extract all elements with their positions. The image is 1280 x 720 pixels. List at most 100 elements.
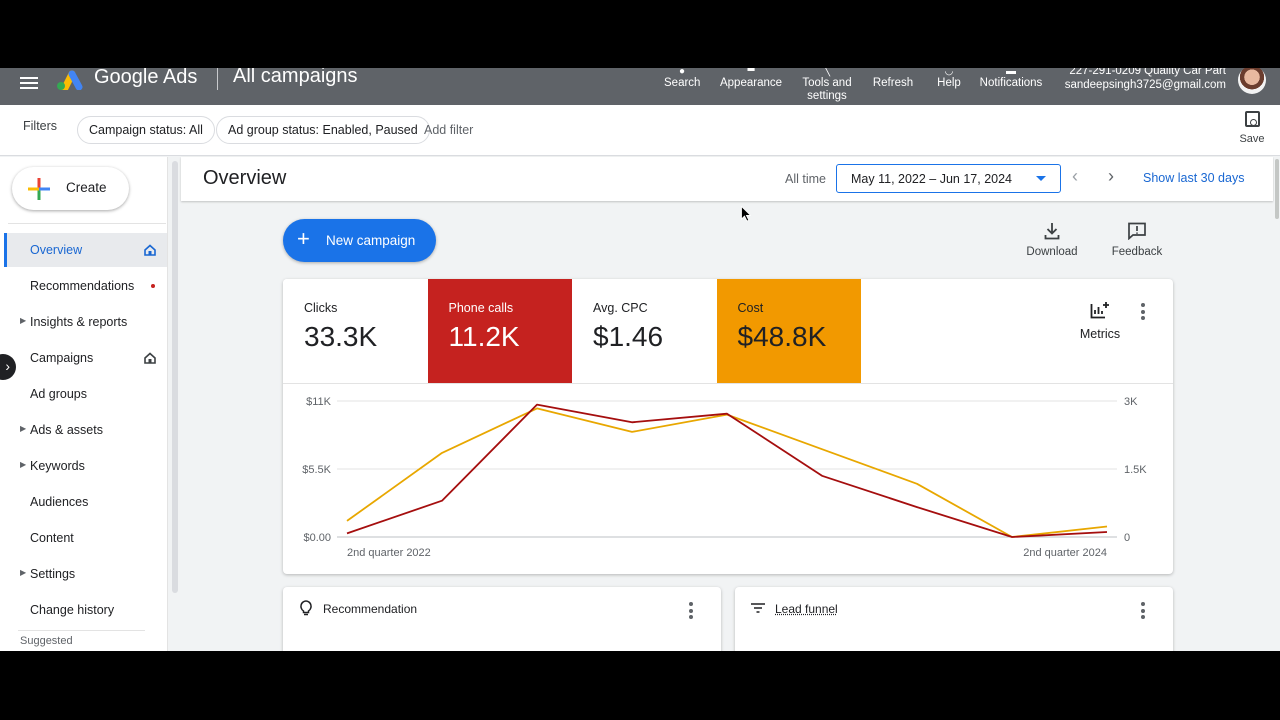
tools-and-settings-button[interactable]: ╲ Tools and settings — [796, 68, 858, 103]
lead-funnel-card: Lead funnel — [735, 587, 1173, 651]
sidebar: Create Overview Recommendations ▶ Insigh… — [0, 157, 168, 651]
previous-period-button[interactable]: ‹ — [1072, 166, 1078, 187]
bell-icon: ▬ — [1006, 68, 1016, 77]
search-button[interactable]: ● Search — [664, 68, 700, 90]
account-switcher[interactable]: 227-291-0209 Quality Car Part sandeepsin… — [1065, 68, 1226, 92]
dropdown-arrow-icon — [1036, 176, 1046, 181]
feedback-button[interactable]: Feedback — [1107, 222, 1167, 258]
metric-value: 11.2K — [448, 321, 520, 352]
metric-value: $48.8K — [737, 321, 827, 352]
right-axis-tick-label: 0 — [1124, 532, 1130, 544]
refresh-button[interactable]: Refresh — [870, 68, 916, 90]
page-title: All campaigns — [233, 68, 358, 87]
avatar[interactable] — [1238, 68, 1266, 94]
date-range-value: May 11, 2022 – Jun 17, 2024 — [851, 172, 1012, 186]
sidebar-item-change-history[interactable]: Change history — [4, 593, 167, 627]
sidebar-scrollbar[interactable] — [171, 157, 179, 651]
lightbulb-icon — [300, 600, 312, 616]
filters-label: Filters — [23, 119, 58, 133]
home-icon — [144, 244, 156, 256]
feedback-icon — [1128, 222, 1146, 240]
sidebar-item-keywords[interactable]: ▶ Keywords — [4, 449, 167, 483]
google-ads-logo-icon — [57, 70, 83, 90]
sidebar-scrollbar-thumb[interactable] — [172, 161, 178, 593]
main-scrollbar-thumb[interactable] — [1275, 159, 1279, 219]
series-line-phone-calls — [346, 403, 1108, 538]
campaign-status-filter-chip[interactable]: Campaign status: All — [77, 116, 215, 144]
filter-lines-icon — [751, 603, 765, 613]
metric-tile-avg-cpc[interactable]: Avg. CPC $1.46 — [572, 279, 716, 383]
more-options-icon[interactable] — [686, 602, 696, 622]
top-bar: Google Ads All campaigns ● Search ▀ Appe… — [0, 68, 1280, 105]
notifications-button[interactable]: ▬ Notifications — [976, 68, 1046, 90]
date-range-picker[interactable]: May 11, 2022 – Jun 17, 2024 — [836, 164, 1061, 193]
sidebar-divider — [8, 223, 166, 224]
left-axis-tick-label: $11K — [306, 396, 332, 408]
tools-icon: ╲ — [823, 68, 831, 77]
metrics-card: Clicks 33.3K Phone calls 11.2K Avg. CPC $1.46… — [283, 279, 1173, 574]
suggested-section-label: Suggested — [20, 635, 73, 647]
sidebar-item-ad-groups[interactable]: Ad groups — [4, 377, 167, 411]
chevron-left-icon: ‹ — [1072, 166, 1078, 186]
download-icon — [1044, 223, 1060, 240]
metric-tile-clicks[interactable]: Clicks 33.3K — [283, 279, 427, 383]
help-button[interactable]: ◡ Help — [934, 68, 964, 90]
metric-value: $1.46 — [593, 321, 664, 352]
overview-header: Overview All time May 11, 2022 – Jun 17,… — [181, 157, 1273, 201]
refresh-icon — [870, 68, 916, 77]
search-icon: ● — [678, 68, 686, 77]
lead-funnel-card-title[interactable]: Lead funnel — [775, 602, 838, 616]
left-axis-tick-label: $0.00 — [303, 532, 331, 544]
metric-label: Cost — [737, 301, 764, 315]
sidebar-item-recommendations[interactable]: Recommendations — [4, 269, 167, 303]
download-button[interactable]: Download — [1022, 222, 1082, 258]
series-line-cost — [346, 407, 1108, 538]
plus-icon: + — [297, 226, 310, 251]
caret-right-icon: ▶ — [20, 568, 27, 577]
more-options-icon[interactable] — [1138, 602, 1148, 622]
mouse-cursor-icon — [741, 206, 751, 222]
next-period-button[interactable]: › — [1108, 166, 1114, 187]
account-id: 227-291-0209 Quality Car Part — [1069, 68, 1226, 77]
sidebar-item-audiences[interactable]: Audiences — [4, 485, 167, 519]
caret-right-icon: ▶ — [20, 316, 27, 325]
sidebar-item-settings[interactable]: ▶ Settings — [4, 557, 167, 591]
metric-label: Phone calls — [448, 301, 514, 315]
right-axis-tick-label: 1.5K — [1124, 464, 1147, 476]
right-axis-tick-label: 3K — [1124, 396, 1138, 408]
app-frame: Google Ads All campaigns ● Search ▀ Appe… — [0, 68, 1280, 651]
all-time-label: All time — [785, 172, 826, 186]
left-axis-tick-label: $5.5K — [302, 464, 331, 476]
overview-title: Overview — [203, 167, 287, 189]
main-scrollbar[interactable] — [1274, 157, 1280, 651]
sidebar-item-campaigns[interactable]: Campaigns — [4, 341, 167, 375]
metric-tile-phone-calls[interactable]: Phone calls 11.2K — [427, 279, 572, 383]
plus-multicolor-icon — [28, 178, 50, 200]
more-options-icon[interactable] — [1138, 303, 1148, 323]
metric-label: Avg. CPC — [593, 301, 648, 315]
sidebar-item-content[interactable]: Content — [4, 521, 167, 555]
recommendation-card: Recommendation — [283, 587, 721, 651]
show-last-30-days-link[interactable]: Show last 30 days — [1143, 171, 1244, 185]
metrics-button[interactable]: Metrics — [1073, 301, 1127, 341]
x-axis-tick-label: 2nd quarter 2024 — [1023, 547, 1107, 559]
save-button[interactable]: Save — [1236, 111, 1268, 145]
sidebar-item-overview[interactable]: Overview — [4, 233, 167, 267]
chevron-right-icon: › — [1108, 166, 1114, 186]
new-campaign-button[interactable]: + New campaign — [283, 219, 436, 262]
title-divider — [217, 68, 218, 90]
account-email: sandeepsingh3725@gmail.com — [1064, 79, 1226, 91]
x-axis-tick-label: 2nd quarter 2022 — [347, 547, 431, 559]
chevron-right-icon: › — [5, 358, 10, 374]
create-button[interactable]: Create — [12, 167, 129, 210]
menu-icon[interactable] — [20, 74, 42, 92]
appearance-button[interactable]: ▀ Appearance — [718, 68, 784, 90]
save-icon — [1244, 111, 1260, 127]
sidebar-item-insights-reports[interactable]: ▶ Insights & reports — [4, 305, 167, 339]
add-filter-button[interactable]: Add filter — [424, 123, 473, 137]
sidebar-item-ads-assets[interactable]: ▶ Ads & assets — [4, 413, 167, 447]
filter-bar: Filters Campaign status: All Ad group st… — [0, 105, 1280, 156]
metric-tile-cost[interactable]: Cost $48.8K — [716, 279, 861, 383]
performance-line-chart: $0.00 $5.5K $11K 0 1.5K 3K 2nd quarter 2022 2nd… — [283, 383, 1173, 559]
ad-group-status-filter-chip[interactable]: Ad group status: Enabled, Paused — [216, 116, 430, 144]
